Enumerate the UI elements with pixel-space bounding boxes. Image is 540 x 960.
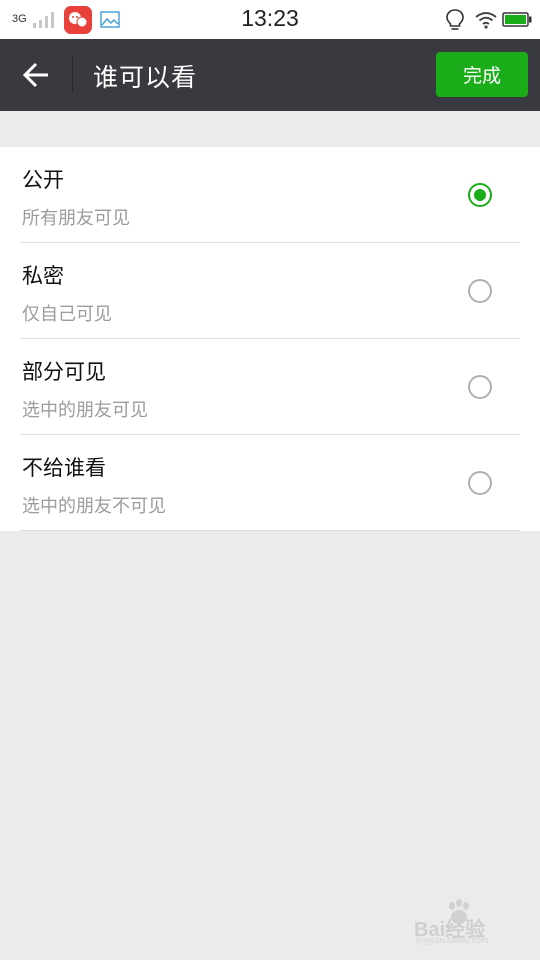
option-subtitle: 选中的朋友可见 bbox=[22, 400, 148, 421]
option-partially-visible[interactable]: 部分可见 选中的朋友可见 bbox=[0, 339, 540, 435]
header-divider bbox=[72, 57, 73, 93]
radio-button[interactable] bbox=[468, 279, 492, 303]
radio-button[interactable] bbox=[468, 471, 492, 495]
lightbulb-icon bbox=[446, 9, 464, 30]
option-subtitle: 所有朋友可见 bbox=[22, 208, 130, 229]
radio-dot bbox=[474, 189, 486, 201]
status-bar: 3G 13:23 bbox=[0, 0, 540, 39]
baidu-jingyan-watermark: Bai经验 jingyan.baidu.com bbox=[414, 897, 532, 947]
option-title: 不给谁看 bbox=[22, 456, 106, 480]
option-title: 私密 bbox=[22, 264, 64, 288]
option-private[interactable]: 私密 仅自己可见 bbox=[0, 243, 540, 339]
option-hide-from[interactable]: 不给谁看 选中的朋友不可见 bbox=[0, 435, 540, 531]
option-subtitle: 选中的朋友不可见 bbox=[22, 496, 166, 517]
battery-icon bbox=[502, 12, 532, 27]
back-arrow-icon[interactable] bbox=[18, 57, 56, 93]
wifi-icon bbox=[475, 12, 497, 29]
done-button[interactable]: 完成 bbox=[436, 52, 528, 97]
divider bbox=[20, 530, 520, 531]
radio-button-selected[interactable] bbox=[468, 183, 492, 207]
option-subtitle: 仅自己可见 bbox=[22, 304, 112, 325]
option-public[interactable]: 公开 所有朋友可见 bbox=[0, 147, 540, 243]
navigation-header: 谁可以看 完成 bbox=[0, 39, 540, 111]
option-title: 部分可见 bbox=[22, 360, 106, 384]
page-title: 谁可以看 bbox=[93, 63, 198, 92]
option-title: 公开 bbox=[22, 168, 64, 192]
visibility-options-list: 公开 所有朋友可见 私密 仅自己可见 部分可见 选中的朋友可见 不给谁看 选中的… bbox=[0, 147, 540, 531]
watermark-url: jingyan.baidu.com bbox=[416, 935, 489, 945]
radio-button[interactable] bbox=[468, 375, 492, 399]
